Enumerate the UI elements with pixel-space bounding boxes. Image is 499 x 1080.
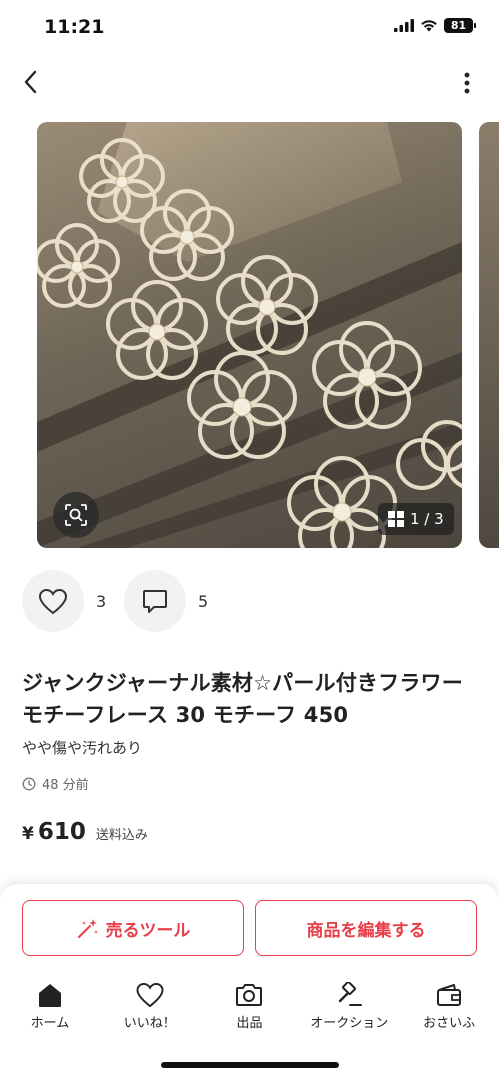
tab-home[interactable]: ホーム (0, 982, 100, 1038)
camera-icon (236, 984, 263, 1006)
item-condition: やや傷や汚れあり (22, 739, 143, 757)
chevron-left-icon (24, 70, 37, 94)
like-count: 3 (96, 591, 107, 611)
signal-icon (394, 19, 414, 32)
more-vertical-icon (464, 72, 470, 94)
posted-time: 48 分前 (22, 774, 89, 793)
wallet-icon (437, 984, 462, 1006)
price-amount: 610 (37, 819, 86, 845)
lens-search-icon (65, 504, 87, 526)
tab-label-home: ホーム (30, 1016, 70, 1031)
battery-indicator: 81 (444, 18, 476, 33)
comment-button[interactable] (124, 570, 186, 632)
heart-icon (136, 982, 164, 1008)
tab-listing[interactable]: 出品 (200, 982, 300, 1038)
image-search-button[interactable] (53, 492, 99, 538)
more-options-button[interactable] (457, 68, 477, 98)
home-indicator (161, 1062, 339, 1068)
tab-bar: ホーム いいね！ 出品 オークション おさいふ (0, 982, 499, 1038)
lace-flowers-illustration (37, 122, 462, 548)
next-photo-peek[interactable] (479, 122, 499, 548)
sell-tool-label: 売るツール (105, 920, 191, 941)
status-bar: 11:21 81 (0, 0, 499, 54)
back-button[interactable] (14, 66, 46, 98)
status-time: 11:21 (44, 16, 105, 38)
reactions-row: 3 5 (22, 570, 226, 632)
image-page-indicator: 1 / 3 (378, 503, 454, 535)
bottom-action-panel: 売るツール 商品を編集する ホーム いいね！ 出品 オークション おさいふ (0, 884, 499, 1080)
heart-icon (38, 588, 68, 614)
tab-auction[interactable]: オークション (299, 982, 399, 1038)
tab-label-auction: オークション (310, 1016, 389, 1031)
sell-tool-button[interactable]: 売るツール (22, 900, 244, 956)
tab-wallet[interactable]: おさいふ (399, 982, 499, 1038)
sparkle-wand-icon (77, 919, 98, 938)
shipping-note: 送料込み (95, 828, 148, 843)
item-title: ジャンクジャーナル素材☆パール付きフラワーモチーフレース 30 モチーフ 450 (22, 671, 463, 727)
home-icon (38, 984, 61, 1007)
gavel-icon (339, 982, 363, 1006)
clock-icon (22, 777, 36, 790)
status-icons: 81 (394, 18, 476, 33)
tab-label-wallet: おさいふ (423, 1016, 476, 1031)
price-currency: ¥ (22, 824, 34, 844)
comment-count: 5 (198, 591, 209, 611)
product-photo[interactable]: 1 / 3 (37, 122, 462, 548)
grid-icon (388, 511, 404, 527)
like-button[interactable] (22, 570, 84, 632)
item-price: ¥ 610 送料込み (22, 819, 148, 845)
image-carousel[interactable]: 1 / 3 (37, 122, 499, 548)
edit-item-button[interactable]: 商品を編集する (255, 900, 477, 956)
comment-icon (143, 590, 167, 613)
tab-label-likes: いいね！ (123, 1016, 176, 1031)
tab-likes[interactable]: いいね！ (100, 982, 200, 1038)
tab-label-listing: 出品 (236, 1016, 263, 1031)
edit-item-label: 商品を編集する (306, 920, 426, 941)
wifi-icon (421, 20, 437, 32)
page-indicator-text: 1 / 3 (410, 510, 444, 528)
posted-time-text: 48 分前 (42, 778, 89, 793)
